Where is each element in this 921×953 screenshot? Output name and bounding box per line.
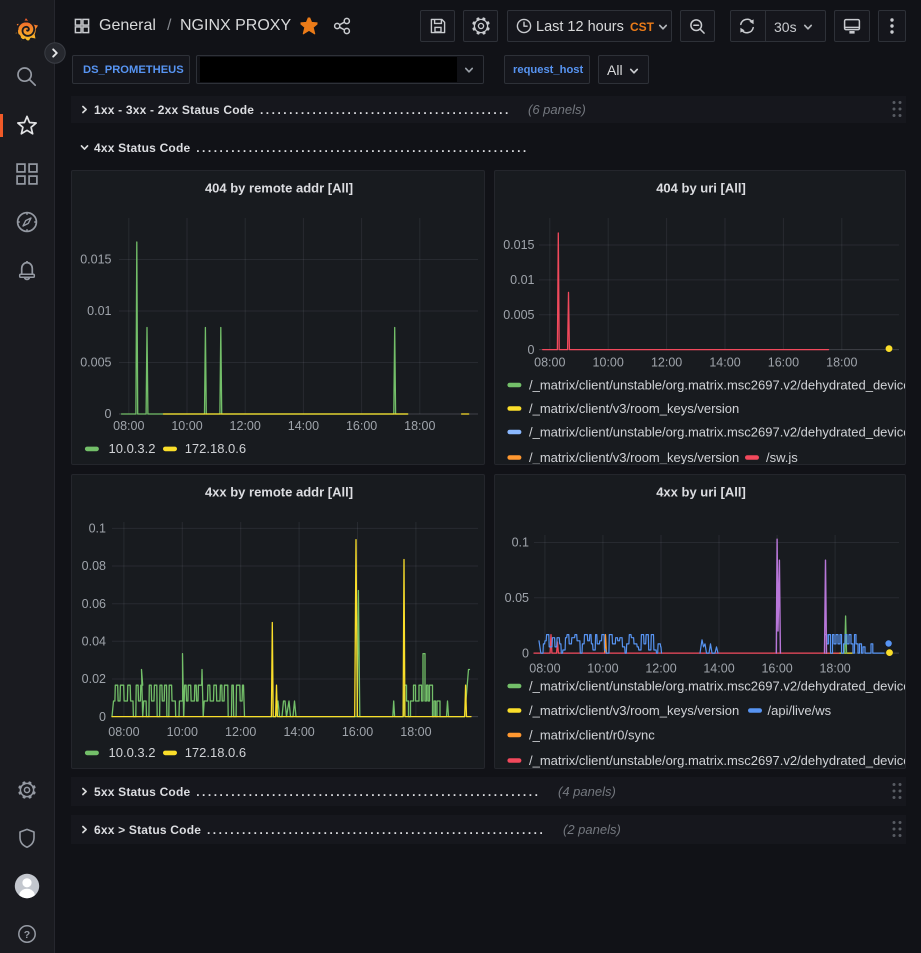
svg-text:10:00: 10:00 (587, 661, 618, 675)
svg-text:172.18.0.6: 172.18.0.6 (185, 745, 246, 760)
svg-text:0: 0 (528, 343, 535, 357)
svg-text:/_matrix/client/unstable/org.m: /_matrix/client/unstable/org.matrix.msc2… (529, 753, 906, 768)
svg-text:404 by remote addr [All]: 404 by remote addr [All] (205, 181, 353, 196)
svg-text:0.01: 0.01 (87, 304, 111, 318)
svg-text:0.01: 0.01 (510, 273, 534, 287)
svg-text:/_matrix/client/r0/sync: /_matrix/client/r0/sync (529, 727, 655, 742)
svg-text:08:00: 08:00 (534, 356, 565, 370)
svg-text:14:00: 14:00 (703, 661, 734, 675)
svg-text:0.05: 0.05 (505, 591, 529, 605)
svg-text:12:00: 12:00 (651, 356, 682, 370)
svg-text:12:00: 12:00 (230, 419, 261, 433)
svg-text:08:00: 08:00 (529, 661, 560, 675)
svg-text:18:00: 18:00 (826, 356, 857, 370)
svg-text:10.0.3.2: 10.0.3.2 (109, 745, 156, 760)
svg-text:16:00: 16:00 (342, 725, 373, 739)
svg-text:0.06: 0.06 (82, 597, 106, 611)
svg-text:0.1: 0.1 (89, 522, 106, 536)
svg-text:/_matrix/client/unstable/org.m: /_matrix/client/unstable/org.matrix.msc2… (529, 678, 906, 693)
svg-text:4xx by remote addr [All]: 4xx by remote addr [All] (205, 485, 353, 500)
svg-text:4xx by uri [All]: 4xx by uri [All] (656, 485, 746, 500)
svg-text:08:00: 08:00 (113, 419, 144, 433)
svg-text:10.0.3.2: 10.0.3.2 (109, 441, 156, 456)
svg-text:0.04: 0.04 (82, 635, 106, 649)
svg-text:16:00: 16:00 (761, 661, 792, 675)
svg-text:0.02: 0.02 (82, 672, 106, 686)
svg-text:/_matrix/client/v3/room_keys/v: /_matrix/client/v3/room_keys/version (529, 401, 739, 416)
svg-text:14:00: 14:00 (283, 725, 314, 739)
svg-text:0: 0 (522, 646, 529, 660)
svg-text:0.08: 0.08 (82, 559, 106, 573)
svg-text:0.015: 0.015 (80, 253, 111, 267)
svg-text:14:00: 14:00 (288, 419, 319, 433)
svg-text:0: 0 (105, 407, 112, 421)
svg-text:/_matrix/client/unstable/org.m: /_matrix/client/unstable/org.matrix.msc2… (529, 377, 906, 392)
svg-text:/api/live/ws: /api/live/ws (768, 703, 832, 718)
svg-text:10:00: 10:00 (167, 725, 198, 739)
svg-text:10:00: 10:00 (593, 356, 624, 370)
svg-text:/_matrix/client/v3/room_keys/v: /_matrix/client/v3/room_keys/version (529, 450, 739, 465)
svg-text:16:00: 16:00 (768, 356, 799, 370)
svg-text:16:00: 16:00 (346, 419, 377, 433)
svg-text:12:00: 12:00 (225, 725, 256, 739)
svg-text:172.18.0.6: 172.18.0.6 (185, 441, 246, 456)
svg-text:18:00: 18:00 (400, 725, 431, 739)
svg-text:/sw.js: /sw.js (766, 450, 798, 465)
svg-text:/_matrix/client/v3/room_keys/v: /_matrix/client/v3/room_keys/version (529, 703, 739, 718)
svg-text:18:00: 18:00 (404, 419, 435, 433)
svg-text:404 by uri [All]: 404 by uri [All] (656, 181, 746, 196)
svg-text:10:00: 10:00 (171, 419, 202, 433)
svg-text:12:00: 12:00 (645, 661, 676, 675)
svg-text:0: 0 (99, 710, 106, 724)
svg-text:0.015: 0.015 (503, 238, 534, 252)
svg-text:?: ? (24, 929, 30, 941)
svg-text:08:00: 08:00 (108, 725, 139, 739)
svg-text:14:00: 14:00 (709, 356, 740, 370)
svg-text:18:00: 18:00 (819, 661, 850, 675)
svg-text:0.005: 0.005 (80, 356, 111, 370)
svg-text:0.1: 0.1 (512, 536, 529, 550)
svg-text:0.005: 0.005 (503, 308, 534, 322)
svg-text:/_matrix/client/unstable/org.m: /_matrix/client/unstable/org.matrix.msc2… (529, 424, 906, 439)
